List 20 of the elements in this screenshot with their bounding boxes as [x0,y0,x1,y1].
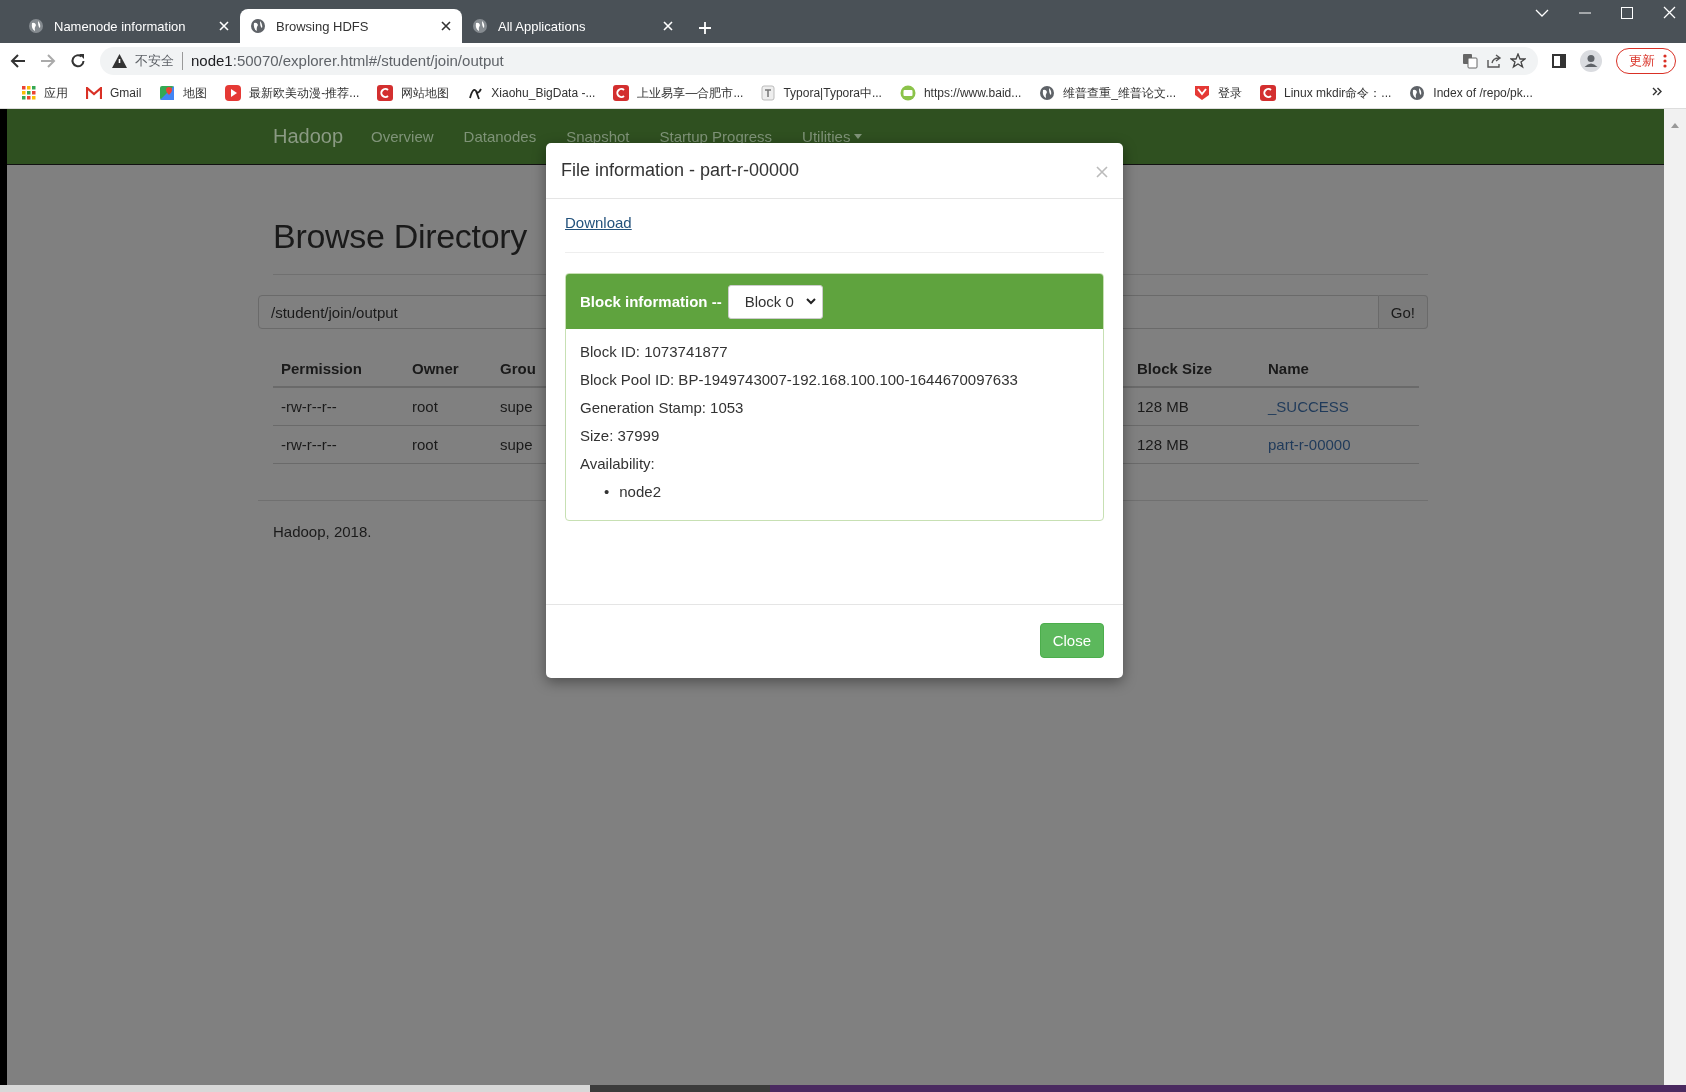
table-cell: 128 MB [1129,425,1260,464]
dialog-title: File information - part-r-00000 [561,160,801,181]
column-header: Name [1260,349,1419,387]
column-header: Block Size [1129,349,1260,387]
detail-text: Generation Stamp: 1053 [580,399,745,416]
detail-text: Block Pool ID: BP-1949743007-192.168.100.100-1644670097633 [580,371,1019,388]
url-text: node1:50070/explorer.html#/student/join/output [191,52,504,69]
footer-text: Hadoop, 2018. [273,523,372,540]
table-cell: root [404,425,492,464]
column-header: Permission [273,349,404,387]
security-label: 不安全 [135,51,183,70]
table-cell: 128 MB [1129,387,1260,426]
bullet-mark: • [604,483,610,501]
panel-heading: Block information -- [580,293,722,310]
detail-text: Size: 37999 [580,427,661,444]
table-cell: -rw-r--r-- [273,425,404,464]
table-cell: -rw-r--r-- [273,387,404,426]
table-cell: root [404,387,492,426]
column-header: Owner [404,349,492,387]
node-item: node2 [619,483,661,501]
